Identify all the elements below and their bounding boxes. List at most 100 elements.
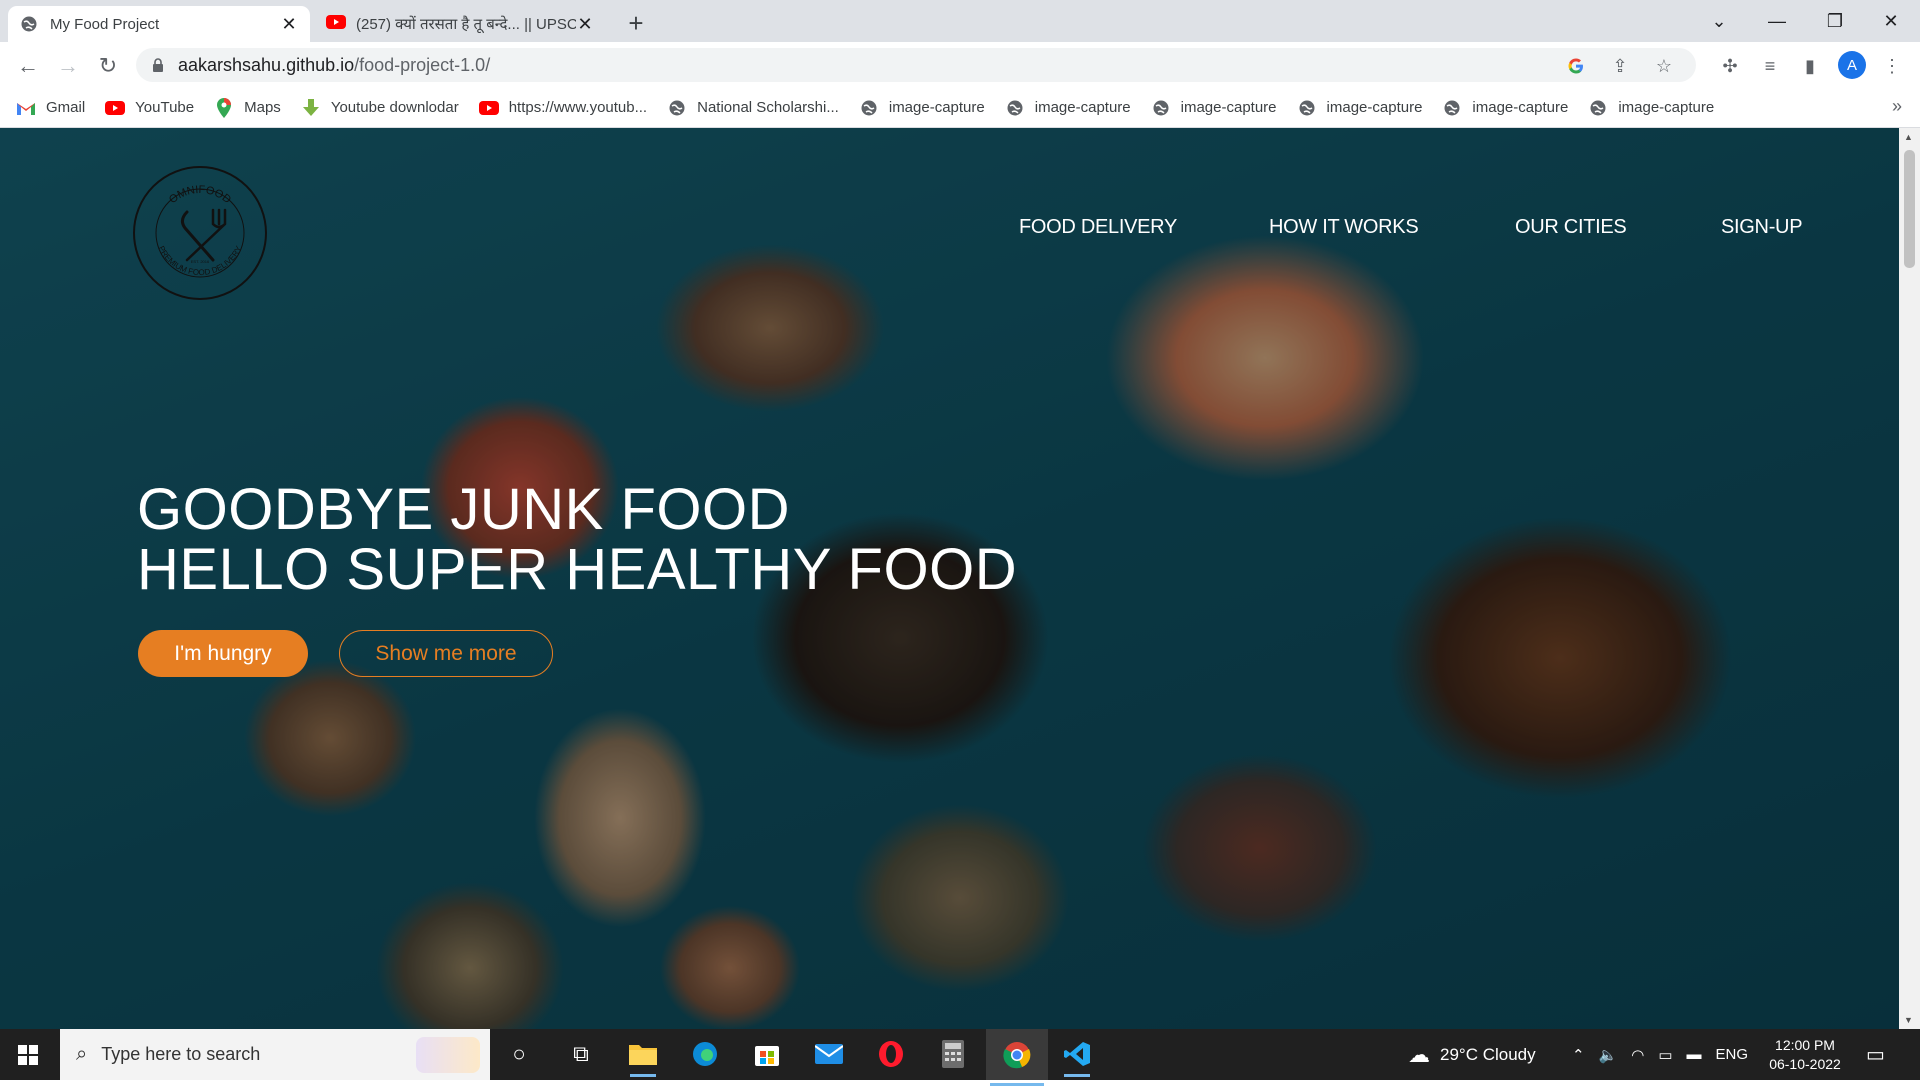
hero-line-1: GOODBYE JUNK FOOD — [137, 477, 791, 542]
bookmark-item[interactable]: image-capture — [1588, 98, 1714, 118]
tab-title: (257) क्यों तरसता है तू बन्दे... || UPSC — [356, 16, 576, 33]
tab-my-food-project[interactable]: My Food Project ✕ — [8, 6, 310, 42]
time-text: 12:00 PM — [1775, 1037, 1835, 1053]
scrollbar-thumb[interactable] — [1904, 150, 1915, 268]
side-panel-icon[interactable]: ▮ — [1796, 52, 1824, 80]
bookmark-item[interactable]: image-capture — [1297, 98, 1422, 118]
meet-now-icon[interactable]: ▭ — [1658, 1046, 1672, 1064]
chevron-up-icon[interactable]: ⌃ — [1572, 1046, 1585, 1064]
tab-youtube[interactable]: (257) क्यों तरसता है तू बन्दे... || UPSC… — [314, 6, 606, 42]
page-scrollbar[interactable]: ▲ ▼ — [1899, 128, 1920, 1029]
hero-heading: GOODBYE JUNK FOOD HELLO SUPER HEALTHY FO… — [137, 480, 1017, 600]
youtube-icon — [478, 98, 499, 118]
bookmark-item[interactable]: image-capture — [859, 98, 985, 118]
share-icon[interactable]: ⇪ — [1608, 54, 1632, 78]
bookmark-label: image-capture — [1034, 99, 1131, 116]
google-icon[interactable] — [1564, 54, 1588, 78]
battery-icon[interactable]: ▬ — [1687, 1046, 1702, 1063]
bookmark-star-icon[interactable]: ☆ — [1652, 54, 1676, 78]
bookmark-item[interactable]: Youtube downlodar — [301, 98, 459, 118]
webpage-hero: OMNIFOOD PREMIUM FOOD DELIVERY EST. 2016… — [0, 128, 1899, 1029]
bookmark-item[interactable]: https://www.youtub... — [478, 98, 648, 118]
nav-food-delivery[interactable]: FOOD DELIVERY — [1019, 216, 1177, 239]
reload-icon[interactable]: ↻ — [94, 52, 122, 80]
wifi-icon[interactable]: ◠ — [1631, 1046, 1644, 1064]
media-control-icon[interactable]: ≡ — [1756, 52, 1784, 80]
bookmarks-overflow-icon[interactable]: » — [1892, 96, 1902, 117]
profile-avatar[interactable]: A — [1838, 51, 1866, 79]
url-text: aakarshsahu.github.io/food-project-1.0/ — [178, 54, 491, 75]
lock-icon[interactable] — [152, 58, 164, 72]
gmail-icon — [16, 98, 36, 118]
file-explorer-icon[interactable] — [626, 1037, 660, 1077]
calculator-icon[interactable] — [936, 1037, 970, 1071]
bookmark-label: image-capture — [888, 99, 985, 116]
vscode-icon[interactable] — [1060, 1037, 1094, 1077]
tab-title: My Food Project — [50, 15, 160, 33]
windows-start-icon[interactable] — [18, 1045, 38, 1065]
globe-icon — [1005, 98, 1025, 118]
opera-icon[interactable] — [874, 1037, 908, 1071]
extensions-icon[interactable]: ✣ — [1716, 52, 1744, 80]
bookmark-item[interactable]: Maps — [214, 97, 281, 118]
bookmark-label: YouTube — [135, 99, 195, 116]
taskbar-search-box[interactable]: ⌕ Type here to search — [60, 1029, 490, 1080]
close-window-icon[interactable]: ✕ — [1862, 0, 1920, 42]
bookmark-item[interactable]: National Scholarshi... — [667, 98, 839, 118]
nav-sign-up[interactable]: SIGN-UP — [1721, 216, 1803, 239]
restore-icon[interactable]: ❐ — [1806, 0, 1864, 42]
close-tab-icon[interactable]: ✕ — [280, 14, 298, 35]
search-icon: ⌕ — [76, 1043, 88, 1065]
globe-icon — [1297, 98, 1317, 118]
im-hungry-button[interactable]: I'm hungry — [138, 630, 308, 677]
edge-icon[interactable] — [688, 1037, 722, 1071]
bookmark-label: image-capture — [1472, 99, 1569, 116]
weather-text: 29°C Cloudy — [1440, 1044, 1536, 1064]
scroll-up-icon[interactable]: ▲ — [1904, 132, 1913, 142]
search-highlight-icon — [416, 1037, 480, 1073]
hero-line-2: HELLO SUPER HEALTHY FOOD — [137, 537, 1018, 602]
browser-toolbar: ← → ↻ aakarshsahu.github.io/food-project… — [0, 42, 1920, 88]
clock[interactable]: 12:00 PM 06-10-2022 — [1760, 1036, 1850, 1074]
bookmark-label: Gmail — [46, 99, 86, 116]
bookmark-label: Maps — [244, 99, 281, 116]
bookmark-item[interactable]: image-capture — [1442, 98, 1568, 118]
menu-kebab-icon[interactable]: ⋮ — [1878, 52, 1906, 80]
forward-icon[interactable]: → — [54, 52, 82, 80]
cortana-icon[interactable]: ○ — [502, 1037, 536, 1071]
bookmark-label: https://www.youtub... — [508, 99, 648, 116]
chrome-icon[interactable] — [986, 1029, 1048, 1086]
new-tab-button[interactable]: + — [622, 8, 650, 39]
youtube-icon — [326, 15, 346, 33]
nav-our-cities[interactable]: OUR CITIES — [1515, 216, 1627, 239]
bookmark-item[interactable]: image-capture — [1151, 98, 1277, 118]
maps-icon — [214, 97, 234, 118]
omnifood-logo[interactable]: OMNIFOOD PREMIUM FOOD DELIVERY EST. 2016 — [133, 166, 267, 300]
notification-icon[interactable]: ▭ — [1866, 1029, 1885, 1080]
language-indicator[interactable]: ENG — [1716, 1046, 1749, 1063]
volume-icon[interactable]: 🔈 — [1599, 1046, 1618, 1064]
bookmark-item[interactable]: image-capture — [1005, 98, 1131, 118]
globe-icon — [1588, 98, 1608, 118]
bookmarks-bar: Gmail YouTube Maps Youtube downlodar https:/… — [0, 88, 1920, 128]
bookmark-label: image-capture — [1180, 99, 1277, 116]
svg-text:EST. 2016: EST. 2016 — [191, 259, 210, 264]
back-icon[interactable]: ← — [14, 52, 42, 80]
tab-search-icon[interactable]: ⌄ — [1690, 0, 1748, 42]
scroll-down-icon[interactable]: ▼ — [1904, 1015, 1913, 1025]
search-placeholder: Type here to search — [101, 1044, 261, 1064]
task-view-icon[interactable]: ⧉ — [564, 1037, 598, 1071]
address-bar[interactable]: aakarshsahu.github.io/food-project-1.0/ … — [136, 48, 1696, 82]
minimize-icon[interactable]: — — [1748, 0, 1806, 42]
bookmark-item[interactable]: Gmail — [16, 98, 85, 118]
globe-icon — [667, 98, 687, 118]
weather-widget[interactable]: ☁ 29°C Cloudy — [1408, 1029, 1536, 1080]
globe-icon — [1151, 98, 1171, 118]
show-me-more-button[interactable]: Show me more — [339, 630, 553, 677]
microsoft-store-icon[interactable] — [750, 1037, 784, 1071]
nav-how-it-works[interactable]: HOW IT WORKS — [1269, 216, 1419, 239]
close-tab-icon[interactable]: ✕ — [576, 14, 594, 35]
youtube-icon — [105, 98, 126, 118]
mail-icon[interactable] — [812, 1037, 846, 1071]
bookmark-item[interactable]: YouTube — [105, 98, 194, 118]
